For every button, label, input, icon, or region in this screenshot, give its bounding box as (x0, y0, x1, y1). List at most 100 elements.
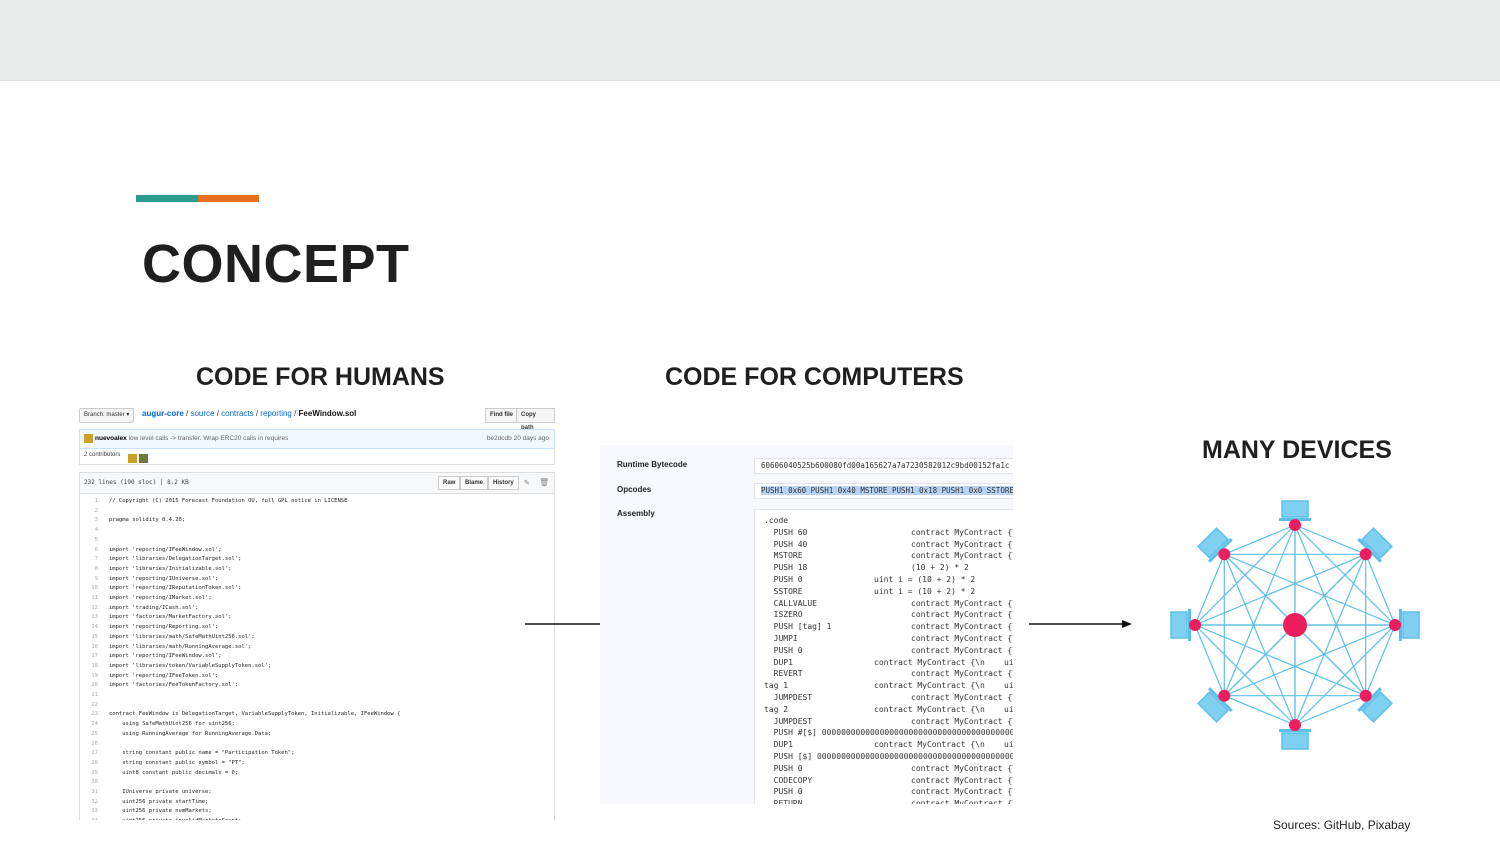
line-number[interactable]: 24 (80, 719, 98, 729)
breadcrumb-reporting-link[interactable]: reporting (260, 409, 292, 418)
network-link (1194, 624, 1366, 697)
line-number[interactable]: 11 (80, 593, 98, 603)
code-line: 30 (80, 777, 554, 787)
line-number[interactable]: 17 (80, 651, 98, 661)
heading-many-devices: MANY DEVICES (1202, 436, 1392, 464)
code-line: 20 import 'factories/FeeTokenFactory.sol'… (80, 680, 554, 690)
line-text: pragma solidity 0.4.20; (109, 517, 186, 524)
line-number[interactable]: 21 (80, 690, 98, 700)
opcodes-field[interactable]: PUSH1 0x60 PUSH1 0x40 MSTORE PUSH1 0x18 … (754, 483, 1013, 499)
network-link (1294, 553, 1367, 626)
blame-button[interactable]: Blame (460, 476, 489, 490)
line-number[interactable]: 25 (80, 729, 98, 739)
branch-selector[interactable]: Branch: master ▾ (79, 408, 135, 423)
line-number[interactable]: 34 (80, 816, 98, 820)
line-number[interactable]: 4 (80, 525, 98, 535)
accent-bar-orange (198, 195, 259, 202)
code-line: 5 (80, 535, 554, 545)
assembly-listing[interactable]: .code PUSH 60 contract MyContract {\ PUSH… (754, 509, 1013, 804)
line-number[interactable]: 19 (80, 671, 98, 681)
line-number[interactable]: 6 (80, 545, 98, 555)
laptop-icon (1170, 609, 1191, 641)
runtime-bytecode-field[interactable]: 60606040525b600080fd00a165627a7a72305820… (754, 458, 1013, 474)
device-network-illustration (1170, 500, 1420, 750)
line-number[interactable]: 18 (80, 661, 98, 671)
breadcrumb-repo-link[interactable]: augur-core (142, 409, 184, 418)
line-number[interactable]: 32 (80, 797, 98, 807)
code-line: 7 import 'libraries/DelegationTarget.sol'… (80, 554, 554, 564)
github-source-screenshot: Branch: master ▾ augur-core / source / c… (79, 404, 555, 820)
breadcrumb-contracts-link[interactable]: contracts (221, 409, 253, 418)
line-number[interactable]: 13 (80, 612, 98, 622)
find-file-button[interactable]: Find file (485, 408, 518, 423)
code-line: 13 import 'factories/MarketFactory.sol'; (80, 612, 554, 622)
file-header: 232 lines (190 sloc) | 8.2 KB Raw Blame … (79, 472, 555, 494)
code-line: 8 import 'libraries/Initializable.sol'; (80, 564, 554, 574)
assembly-opcode: REVERT (764, 669, 803, 679)
line-number[interactable]: 8 (80, 564, 98, 574)
pencil-icon[interactable]: ✎ (524, 473, 529, 493)
line-text: import 'factories/FeeTokenFactory.sol'; (109, 682, 239, 689)
assembly-opcode: PUSH 0 (764, 763, 803, 773)
line-number[interactable]: 29 (80, 768, 98, 778)
line-number[interactable]: 1 (80, 496, 98, 506)
line-number[interactable]: 28 (80, 758, 98, 768)
line-number[interactable]: 27 (80, 748, 98, 758)
line-text: uint8 constant public decimals = 0; (109, 769, 239, 776)
trash-icon[interactable]: 🗑 (539, 473, 549, 493)
assembly-comment: contract MyContract {\n uin (874, 657, 1013, 667)
line-number[interactable]: 30 (80, 777, 98, 787)
line-number[interactable]: 2 (80, 506, 98, 516)
heading-code-for-humans: CODE FOR HUMANS (196, 363, 445, 391)
commit-message[interactable]: low level calls -> transfer. Wrap ERC20 … (129, 435, 289, 442)
breadcrumb-source-link[interactable]: source (190, 409, 214, 418)
network-node (1359, 548, 1372, 561)
line-text: import 'reporting/IFeeToken.sol'; (109, 672, 219, 679)
contributor-avatars[interactable] (128, 451, 150, 468)
assembly-comment: contract MyContract {\ (911, 551, 1013, 561)
code-line: 18 import 'libraries/token/VariableSupply… (80, 661, 554, 671)
line-number[interactable]: 23 (80, 709, 98, 719)
raw-button[interactable]: Raw (438, 476, 461, 490)
line-number[interactable]: 26 (80, 739, 98, 749)
network-link (1294, 524, 1367, 696)
network-node (1218, 689, 1231, 702)
line-text: import 'reporting/IReputationToken.sol'; (109, 585, 242, 592)
line-text: IUniverse private universe; (109, 789, 212, 795)
line-number[interactable]: 12 (80, 603, 98, 613)
assembly-comment: contract MyContract {\ (911, 598, 1013, 608)
line-number[interactable]: 33 (80, 806, 98, 816)
slide-title: CONCEPT (142, 234, 410, 294)
line-number[interactable]: 7 (80, 554, 98, 564)
code-line: 32 uint256 private startTime; (80, 797, 554, 807)
assembly-opcode: .code (764, 516, 789, 525)
assembly-opcode: PUSH 18 (764, 563, 808, 573)
line-number[interactable]: 16 (80, 642, 98, 652)
network-link (1194, 553, 1366, 626)
file-stats: 232 lines (190 sloc) | 8.2 KB (84, 479, 189, 486)
code-line: 26 (80, 739, 554, 749)
line-number[interactable]: 9 (80, 574, 98, 584)
line-number[interactable]: 3 (80, 515, 98, 525)
line-number[interactable]: 31 (80, 787, 98, 797)
top-band (0, 0, 1500, 81)
copy-path-button[interactable]: Copy path (516, 408, 555, 431)
contributors-count[interactable]: 2 contributors (84, 447, 120, 464)
assembly-opcode: PUSH 0 (764, 575, 803, 584)
line-number[interactable]: 10 (80, 583, 98, 593)
assembly-comment: contract MyContract {\n uin (874, 681, 1013, 691)
line-number[interactable]: 15 (80, 632, 98, 642)
history-button[interactable]: History (488, 476, 519, 490)
line-number[interactable]: 20 (80, 680, 98, 690)
opcodes-selected-text: PUSH1 0x60 PUSH1 0x40 MSTORE PUSH1 0x18 … (761, 486, 1013, 495)
assembly-comment: contract MyContract {\ (911, 787, 1013, 797)
code-line: 25 using RunningAverage for RunningAvera… (80, 729, 554, 739)
line-number[interactable]: 22 (80, 700, 98, 710)
assembly-opcode: CALLVALUE (764, 598, 817, 608)
commit-author[interactable]: nuevoalex (95, 435, 127, 442)
line-number[interactable]: 5 (80, 535, 98, 545)
commit-info: nuevoalex low level calls -> transfer. W… (84, 430, 288, 448)
line-number[interactable]: 14 (80, 622, 98, 632)
code-line: 34 uint256 private invalidMarketsCount; (80, 816, 554, 820)
code-line: 11 import 'reporting/IMarket.sol'; (80, 593, 554, 603)
